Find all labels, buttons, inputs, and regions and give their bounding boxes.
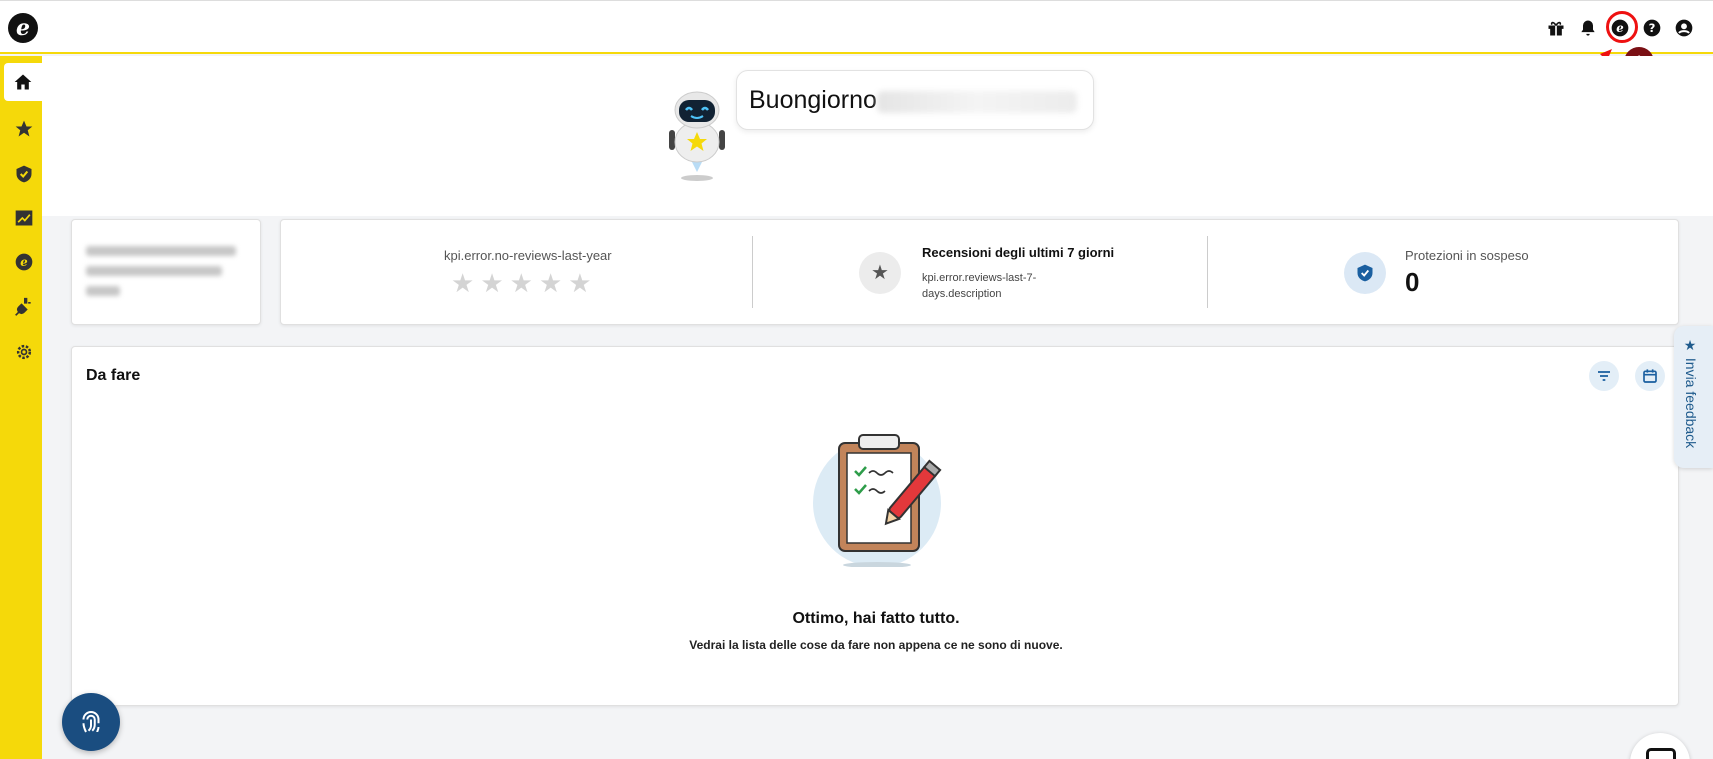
star-icon: ★	[568, 268, 592, 298]
help-icon[interactable]: ?	[1641, 17, 1663, 39]
calendar-button[interactable]	[1635, 361, 1665, 391]
kpi-pending-protections-label: Protezioni in sospeso	[1405, 248, 1529, 263]
location-card[interactable]	[71, 219, 261, 325]
star-icon: ★	[509, 268, 533, 298]
redacted-line	[86, 286, 120, 296]
account-icon[interactable]	[1673, 17, 1695, 39]
kpi-pending-protections-value: 0	[1405, 267, 1420, 297]
sidebar-item-protection[interactable]	[6, 155, 42, 193]
kpi-reviews-year-label: kpi.error.no-reviews-last-year	[444, 248, 612, 263]
rating-stars: ★ ★ ★ ★ ★	[451, 270, 592, 296]
empty-state-description: Vedrai la lista delle cose da fare non a…	[689, 638, 1063, 652]
kpi-card: kpi.error.no-reviews-last-year ★ ★ ★ ★ ★…	[280, 219, 1679, 325]
greeting-text: Buongiorno	[749, 86, 877, 114]
app-logo[interactable]: e	[8, 13, 38, 43]
redacted-line	[86, 246, 236, 256]
clipboard-illustration-icon	[813, 434, 942, 567]
gift-icon[interactable]	[1545, 17, 1567, 39]
sidebar: e	[0, 56, 42, 759]
empty-state-title: Ottimo, hai fatto tutto.	[792, 610, 960, 627]
feedback-tab[interactable]: ★ Invia feedback	[1674, 326, 1713, 468]
sidebar-item-home[interactable]	[4, 63, 42, 101]
fingerprint-icon	[82, 711, 100, 733]
star-icon: ★	[859, 252, 901, 294]
redacted-user-name	[877, 91, 1077, 113]
gear-icon	[16, 344, 32, 360]
sidebar-item-insights[interactable]	[6, 199, 42, 237]
greeting-bubble: Buongiorno	[736, 70, 1094, 130]
chat-icon	[1646, 748, 1676, 759]
kpi-reviews-7days-description: kpi.error.reviews-last-7-days.descriptio…	[922, 272, 1037, 300]
etrusted-icon: e	[15, 253, 33, 271]
filter-button[interactable]	[1589, 361, 1619, 391]
todo-title: Da fare	[86, 367, 141, 384]
divider	[1207, 236, 1208, 308]
robot-mascot-icon	[669, 91, 725, 181]
star-icon: ★	[451, 268, 475, 298]
star-icon	[15, 120, 33, 137]
svg-text:?: ?	[1649, 21, 1656, 35]
sidebar-item-settings[interactable]	[6, 333, 42, 371]
chat-button[interactable]	[1630, 733, 1690, 759]
filter-icon	[1598, 371, 1610, 381]
divider	[752, 236, 753, 308]
plug-icon	[15, 297, 31, 316]
shield-check-icon	[16, 165, 32, 183]
bell-icon[interactable]	[1577, 17, 1599, 39]
sidebar-item-integrations[interactable]	[6, 288, 42, 326]
fingerprint-button[interactable]	[62, 693, 120, 751]
svg-text:e: e	[20, 255, 27, 269]
highlight-ring	[1606, 11, 1638, 43]
sidebar-item-etrusted[interactable]: e	[6, 243, 42, 281]
chart-icon	[15, 210, 33, 226]
star-icon: ★	[538, 268, 563, 298]
todo-card: Da fare Ottimo, hai fatto tutto. Vedrai …	[71, 346, 1679, 706]
feedback-label: ★ Invia feedback	[1683, 338, 1699, 449]
home-icon	[14, 74, 32, 90]
sidebar-item-reviews[interactable]	[6, 110, 42, 148]
calendar-icon	[1643, 369, 1657, 383]
redacted-line	[86, 266, 222, 276]
star-icon: ★	[480, 268, 504, 298]
shield-check-icon	[1344, 252, 1386, 294]
kpi-reviews-7days-title: Recensioni degli ultimi 7 giorni	[922, 245, 1115, 260]
top-bar: e e ?	[0, 0, 1713, 54]
